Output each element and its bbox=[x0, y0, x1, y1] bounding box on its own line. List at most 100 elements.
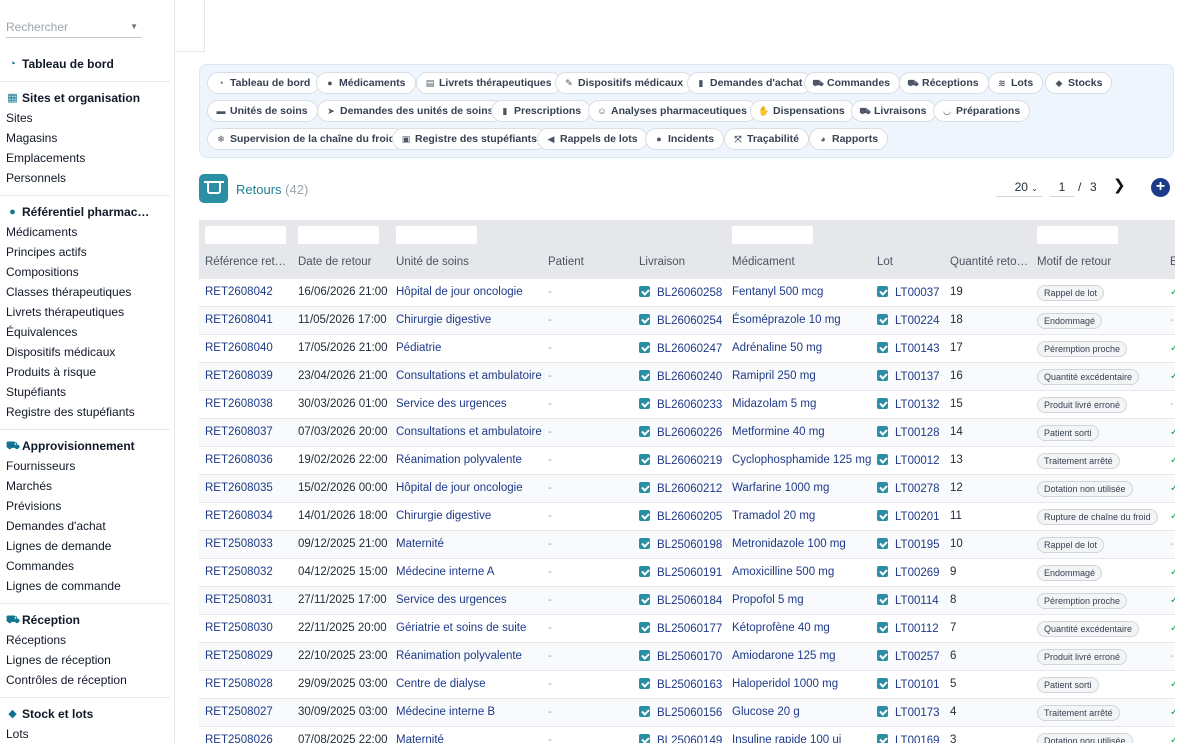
module-chip[interactable]: ◡ Préparations bbox=[933, 100, 1031, 122]
cell-lot[interactable]: LT00037 bbox=[877, 286, 940, 299]
sidebar-item[interactable]: Classes thérapeutiques bbox=[0, 282, 174, 302]
cell-unit[interactable]: Chirurgie digestive bbox=[396, 510, 491, 522]
column-header[interactable]: Patient bbox=[548, 256, 584, 268]
module-chip[interactable]: ▤ Livrets thérapeutiques bbox=[416, 72, 562, 94]
sidebar-item[interactable]: Emplacements bbox=[0, 148, 174, 168]
cell-lot[interactable]: LT00269 bbox=[877, 566, 940, 579]
cell-lot[interactable]: LT00169 bbox=[877, 734, 940, 743]
column-header[interactable]: E bbox=[1170, 256, 1175, 268]
cell-unit[interactable]: Hôpital de jour oncologie bbox=[396, 286, 523, 298]
sidebar-item[interactable]: Compositions bbox=[0, 262, 174, 282]
table-row[interactable]: RET2508032 04/12/2025 15:00 Médecine inter… bbox=[199, 559, 1175, 587]
sidebar-item[interactable]: Demandes d'achat bbox=[0, 516, 174, 536]
table-row[interactable]: RET2608040 17/05/2026 21:00 Pédiatrie - BL26… bbox=[199, 335, 1175, 363]
cell-reference[interactable]: RET2608040 bbox=[205, 342, 273, 354]
cell-reference[interactable]: RET2608036 bbox=[205, 454, 273, 466]
cell-reference[interactable]: RET2508031 bbox=[205, 594, 273, 606]
table-row[interactable]: RET2608038 30/03/2026 01:00 Service des ur… bbox=[199, 391, 1175, 419]
cell-lot[interactable]: LT00257 bbox=[877, 650, 940, 663]
cell-reference[interactable]: RET2608034 bbox=[205, 510, 273, 522]
nav-section-header[interactable]: ◆ Stock et lots bbox=[0, 704, 174, 724]
module-chip[interactable]: ◀ Rappels de lots bbox=[537, 128, 648, 150]
cell-medicament[interactable]: Kétoprofène 40 mg bbox=[732, 622, 830, 634]
module-chip[interactable]: ● Médicaments bbox=[316, 72, 416, 94]
column-header[interactable]: Quantité reto… bbox=[950, 256, 1028, 268]
sidebar-item[interactable]: Lignes de commande bbox=[0, 576, 174, 596]
cell-reference[interactable]: RET2608041 bbox=[205, 314, 273, 326]
nav-section-header[interactable]: ▦ Sites et organisation bbox=[0, 88, 174, 108]
cell-reference[interactable]: RET2608035 bbox=[205, 482, 273, 494]
sidebar-item[interactable]: Dispositifs médicaux bbox=[0, 342, 174, 362]
sidebar-item[interactable]: Contrôles de réception bbox=[0, 670, 174, 690]
table-row[interactable]: RET2608037 07/03/2026 20:00 Consultations … bbox=[199, 419, 1175, 447]
table-row[interactable]: RET2508031 27/11/2025 17:00 Service des ur… bbox=[199, 587, 1175, 615]
cell-lot[interactable]: LT00173 bbox=[877, 706, 940, 719]
cell-unit[interactable]: Médecine interne A bbox=[396, 566, 494, 578]
cell-unit[interactable]: Service des urgences bbox=[396, 398, 507, 410]
module-chip[interactable]: ⛟ Commandes bbox=[804, 72, 901, 94]
current-page-input[interactable]: 1 bbox=[1050, 177, 1074, 197]
cell-lot[interactable]: LT00114 bbox=[877, 594, 939, 607]
module-chip[interactable]: ▮ Prescriptions bbox=[491, 100, 592, 122]
column-filter-input[interactable] bbox=[396, 226, 477, 244]
cell-livraison[interactable]: BL26060212 bbox=[639, 482, 722, 495]
cell-livraison[interactable]: BL25060170 bbox=[639, 650, 722, 663]
sidebar-item[interactable]: Produits à risque bbox=[0, 362, 174, 382]
cell-unit[interactable]: Maternité bbox=[396, 538, 444, 550]
sidebar-item[interactable]: Registre des stupéfiants bbox=[0, 402, 174, 422]
cell-livraison[interactable]: BL25060198 bbox=[639, 538, 722, 551]
module-chip[interactable]: ✋ Dispensations bbox=[750, 100, 855, 122]
cell-reference[interactable]: RET2508032 bbox=[205, 566, 273, 578]
sidebar-item[interactable]: Livrets thérapeutiques bbox=[0, 302, 174, 322]
module-chip[interactable]: ⤧ Traçabilité bbox=[724, 128, 809, 150]
cell-reference[interactable]: RET2508028 bbox=[205, 678, 273, 690]
cell-lot[interactable]: LT00132 bbox=[877, 398, 940, 411]
cell-medicament[interactable]: Warfarine 1000 mg bbox=[732, 482, 829, 494]
sidebar-item[interactable]: Fournisseurs bbox=[0, 456, 174, 476]
table-row[interactable]: RET2508028 29/09/2025 03:00 Centre de dial… bbox=[199, 671, 1175, 699]
sidebar-item[interactable]: Magasins bbox=[0, 128, 174, 148]
cell-unit[interactable]: Gériatrie et soins de suite bbox=[396, 622, 526, 634]
cell-reference[interactable]: RET2608042 bbox=[205, 286, 273, 298]
module-chip[interactable]: ▬ Unités de soins bbox=[207, 100, 318, 122]
cell-unit[interactable]: Service des urgences bbox=[396, 594, 507, 606]
nav-section-header[interactable]: ● Référentiel pharmac… bbox=[0, 202, 174, 222]
cell-medicament[interactable]: Metronidazole 100 mg bbox=[732, 538, 846, 550]
cell-medicament[interactable]: Propofol 5 mg bbox=[732, 594, 804, 606]
column-header[interactable]: Motif de retour bbox=[1037, 256, 1111, 268]
cell-livraison[interactable]: BL25060163 bbox=[639, 678, 722, 691]
cell-reference[interactable]: RET2508033 bbox=[205, 538, 273, 550]
column-header[interactable]: Référence ret… bbox=[205, 256, 286, 268]
cell-lot[interactable]: LT00101 bbox=[877, 678, 940, 691]
column-header[interactable]: Médicament bbox=[732, 256, 795, 268]
column-header[interactable]: Date de retour bbox=[298, 256, 372, 268]
cell-unit[interactable]: Consultations et ambulatoire bbox=[396, 426, 542, 438]
sidebar-item[interactable]: Lots bbox=[0, 724, 174, 743]
column-header[interactable]: Unité de soins bbox=[396, 256, 469, 268]
cell-livraison[interactable]: BL26060226 bbox=[639, 426, 722, 439]
table-row[interactable]: RET2608034 14/01/2026 18:00 Chirurgie dige… bbox=[199, 503, 1175, 531]
cell-unit[interactable]: Réanimation polyvalente bbox=[396, 454, 522, 466]
column-header[interactable]: Livraison bbox=[639, 256, 685, 268]
sidebar-item[interactable]: Sites bbox=[0, 108, 174, 128]
sidebar-item[interactable]: Prévisions bbox=[0, 496, 174, 516]
cell-medicament[interactable]: Adrénaline 50 mg bbox=[732, 342, 822, 354]
sidebar-item[interactable]: Lignes de réception bbox=[0, 650, 174, 670]
cell-livraison[interactable]: BL26060205 bbox=[639, 510, 722, 523]
module-chip[interactable]: ✎ Dispositifs médicaux bbox=[555, 72, 694, 94]
table-row[interactable]: RET2508026 07/08/2025 22:00 Maternité - BL25… bbox=[199, 727, 1175, 743]
table-row[interactable]: RET2608035 15/02/2026 00:00 Hôpital de jou… bbox=[199, 475, 1175, 503]
cell-lot[interactable]: LT00012 bbox=[877, 454, 940, 467]
cell-medicament[interactable]: Tramadol 20 mg bbox=[732, 510, 815, 522]
table-row[interactable]: RET2608042 16/06/2026 21:00 Hôpital de jou… bbox=[199, 279, 1175, 307]
module-chip[interactable]: ☺ Analyses pharmaceutiques bbox=[588, 100, 757, 122]
cell-medicament[interactable]: Cyclophosphamide 125 mg bbox=[732, 454, 871, 466]
table-row[interactable]: RET2508033 09/12/2025 21:00 Maternité - BL25… bbox=[199, 531, 1175, 559]
module-chip[interactable]: ◕ Rapports bbox=[809, 128, 889, 150]
page-size-select[interactable]: 20 ⌄ bbox=[996, 177, 1042, 197]
cell-livraison[interactable]: BL25060156 bbox=[639, 706, 722, 719]
cell-medicament[interactable]: Fentanyl 500 mcg bbox=[732, 286, 823, 298]
cell-unit[interactable]: Chirurgie digestive bbox=[396, 314, 491, 326]
cell-reference[interactable]: RET2508027 bbox=[205, 706, 273, 718]
cell-reference[interactable]: RET2608038 bbox=[205, 398, 273, 410]
